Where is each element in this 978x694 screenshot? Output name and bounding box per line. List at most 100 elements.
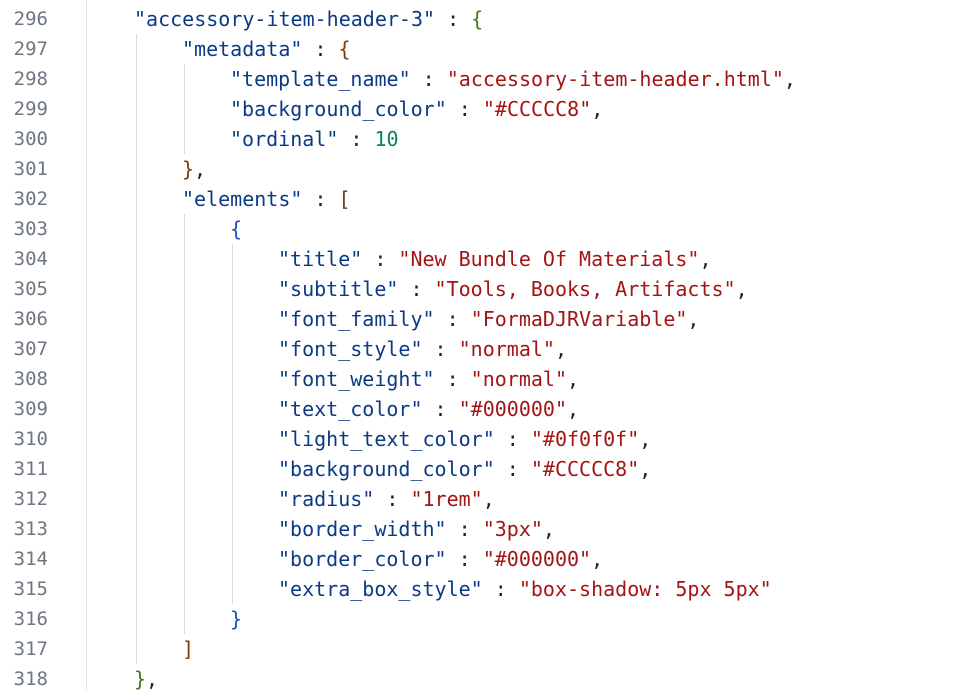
code-text: "subtitle" : "Tools, Books, Artifacts", [278, 274, 748, 304]
code-line[interactable]: 311 "background_color" : "#CCCCC8", [0, 454, 978, 484]
line-number: 312 [13, 488, 48, 510]
code-text: "font_family" : "FormaDJRVariable", [278, 304, 699, 334]
code-token: "#000000" [458, 397, 567, 421]
line-number: 301 [13, 158, 48, 180]
code-line[interactable]: 300 "ordinal" : 10 [0, 124, 978, 154]
code-editor[interactable]: 296 "accessory-item-header-3" : { 297 "meta… [0, 0, 978, 691]
code-token: "metadata" [182, 37, 303, 61]
code-token: , [194, 157, 207, 181]
code-token: : [482, 577, 519, 601]
code-token: , [554, 337, 567, 361]
code-text: "elements" : [ [182, 184, 351, 214]
code-token: "light_text_color" [278, 427, 495, 451]
code-text: "accessory-item-header-3" : { [134, 4, 483, 34]
code-token: "border_color" [278, 547, 447, 571]
code-token: ] [182, 637, 195, 661]
code-token: : [435, 7, 472, 31]
code-token: "font_style" [278, 337, 423, 361]
code-token: "#0f0f0f" [530, 427, 640, 451]
line-number: 306 [13, 308, 48, 330]
code-token: : [374, 487, 411, 511]
code-token: { [230, 217, 243, 241]
code-token: : [422, 337, 459, 361]
code-token: : [446, 97, 483, 121]
code-line[interactable]: 312 "radius" : "1rem", [0, 484, 978, 514]
line-number: 299 [13, 98, 48, 120]
code-token: "#CCCCC8" [530, 457, 640, 481]
line-number: 317 [13, 638, 48, 660]
code-line[interactable]: 306 "font_family" : "FormaDJRVariable", [0, 304, 978, 334]
code-line[interactable]: 316} [0, 604, 978, 634]
code-token: : [494, 457, 531, 481]
line-number: 296 [13, 8, 48, 30]
code-text: "title" : "New Bundle Of Materials", [278, 244, 712, 274]
code-token: "normal" [458, 337, 555, 361]
code-token: : [446, 547, 483, 571]
code-line[interactable]: 317] [0, 634, 978, 664]
code-token: "template_name" [230, 67, 411, 91]
code-token: "background_color" [278, 457, 495, 481]
code-token: : [302, 187, 339, 211]
code-token: 10 [374, 127, 399, 151]
code-text: "border_color" : "#000000", [278, 544, 603, 574]
code-line[interactable]: 307 "font_style" : "normal", [0, 334, 978, 364]
code-text: "ordinal" : 10 [230, 124, 399, 154]
code-token: } [230, 607, 243, 631]
code-token: "border_width" [278, 517, 447, 541]
code-line[interactable]: 309 "text_color" : "#000000", [0, 394, 978, 424]
code-text: ] [182, 634, 194, 664]
line-number: 307 [13, 338, 48, 360]
code-token: "title" [278, 247, 363, 271]
code-token: "font_weight" [278, 367, 435, 391]
code-token: , [482, 487, 495, 511]
code-text: "light_text_color" : "#0f0f0f", [278, 424, 651, 454]
line-number: 311 [13, 458, 48, 480]
code-token: , [591, 97, 604, 121]
line-number: 297 [13, 38, 48, 60]
code-token: , [542, 517, 555, 541]
code-line[interactable]: 310 "light_text_color" : "#0f0f0f", [0, 424, 978, 454]
code-line[interactable]: 315 "extra_box_style" : "box-shadow: 5px … [0, 574, 978, 604]
code-token: "background_color" [230, 97, 447, 121]
line-number: 298 [13, 68, 48, 90]
code-token: "normal" [470, 367, 567, 391]
code-token: , [639, 457, 652, 481]
code-token: , [567, 367, 580, 391]
code-token: "#000000" [482, 547, 592, 571]
code-token: : [362, 247, 399, 271]
code-line[interactable]: 305 "subtitle" : "Tools, Books, Artifacts… [0, 274, 978, 304]
code-line[interactable]: 299 "background_color" : "#CCCCC8", [0, 94, 978, 124]
line-number: 302 [13, 188, 48, 210]
code-line[interactable]: 304 "title" : "New Bundle Of Materials", [0, 244, 978, 274]
line-number: 300 [13, 128, 48, 150]
code-token: : [338, 127, 375, 151]
code-text: }, [182, 154, 206, 184]
code-line[interactable]: 302 "elements" : [ [0, 184, 978, 214]
code-text: "radius" : "1rem", [278, 484, 495, 514]
code-line[interactable]: 314 "border_color" : "#000000", [0, 544, 978, 574]
code-line[interactable]: 308 "font_weight" : "normal", [0, 364, 978, 394]
code-token: } [182, 157, 195, 181]
code-line[interactable]: 298 "template_name" : "accessory-item-hea… [0, 64, 978, 94]
line-number: 314 [13, 548, 48, 570]
code-token: "3px" [482, 517, 543, 541]
line-number: 313 [13, 518, 48, 540]
code-token: , [146, 667, 159, 691]
code-token: { [338, 37, 351, 61]
code-line[interactable]: 303 { [0, 214, 978, 244]
code-text: "background_color" : "#CCCCC8", [278, 454, 651, 484]
line-number: 305 [13, 278, 48, 300]
code-token: "New Bundle Of Materials" [398, 247, 700, 271]
code-token: "box-shadow: 5px 5px" [518, 577, 772, 601]
code-line[interactable]: 313 "border_width" : "3px", [0, 514, 978, 544]
code-token: "accessory-item-header.html" [446, 67, 784, 91]
code-text: "extra_box_style" : "box-shadow: 5px 5px… [278, 574, 772, 604]
code-line[interactable]: 296 "accessory-item-header-3" : { [0, 4, 978, 34]
code-token: : [434, 307, 471, 331]
code-token: { [471, 7, 484, 31]
line-number: 315 [13, 578, 48, 600]
code-line[interactable]: 301}, [0, 154, 978, 184]
code-token: "ordinal" [230, 127, 339, 151]
code-line[interactable]: 297 "metadata" : { [0, 34, 978, 64]
code-token: : [434, 367, 471, 391]
